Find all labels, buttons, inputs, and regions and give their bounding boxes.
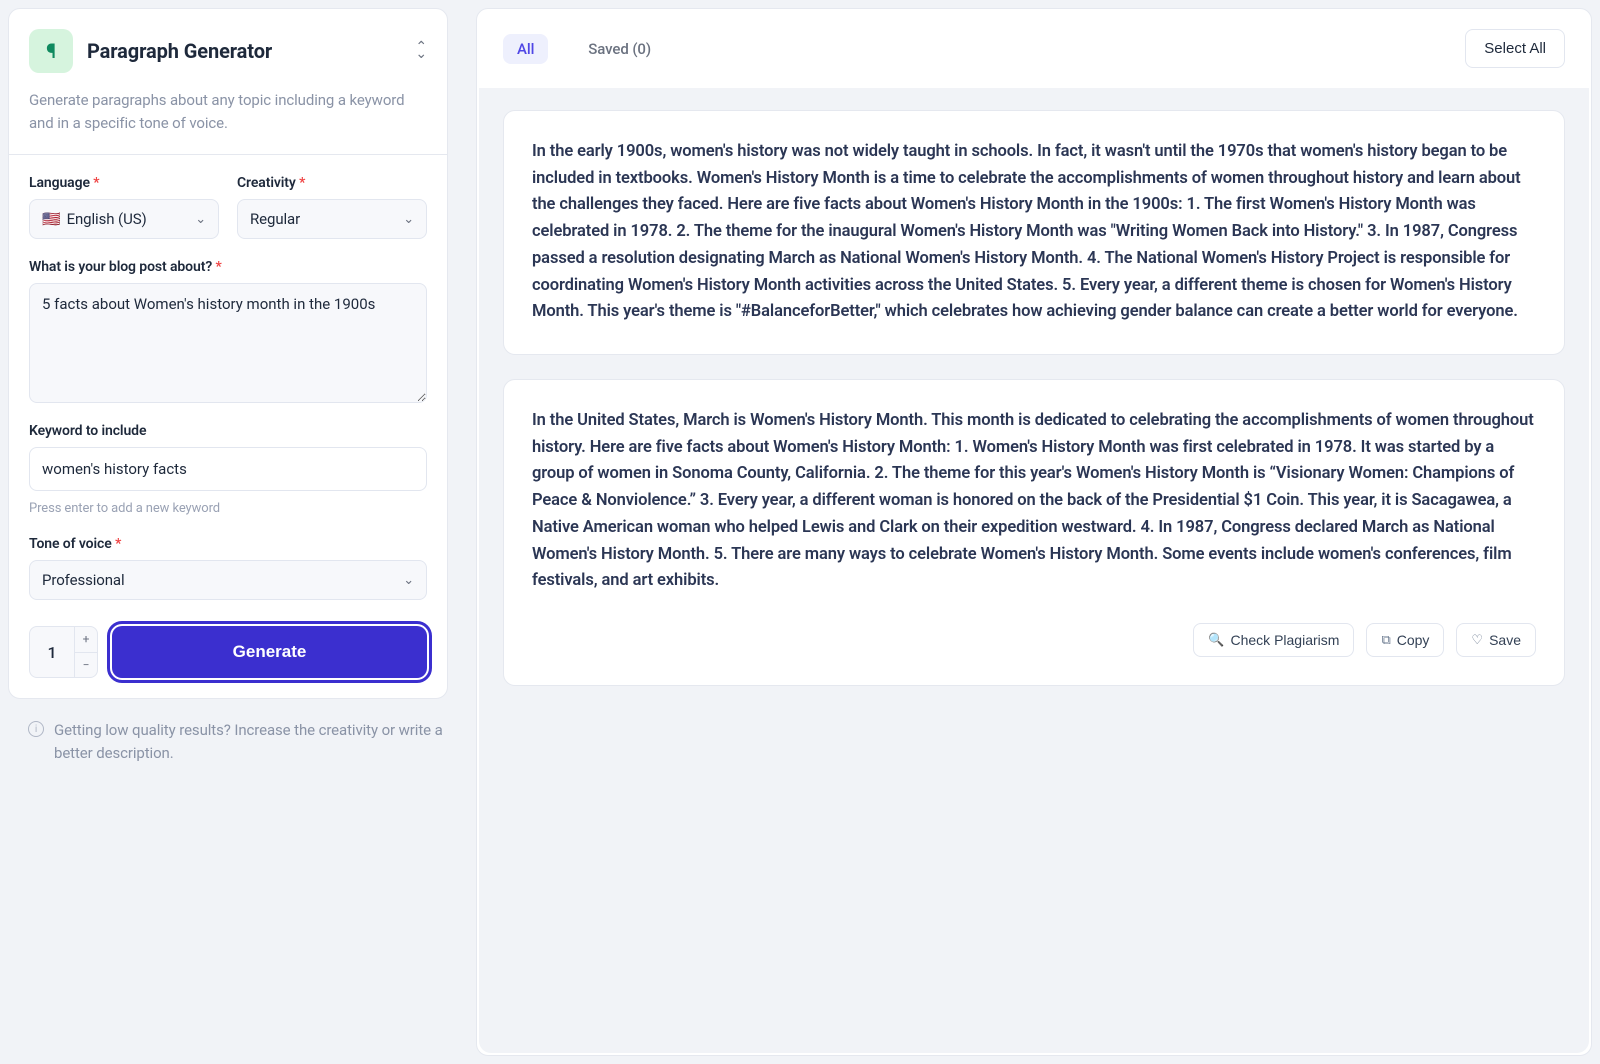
tone-field: Tone of voice * Professional ⌄ [29, 536, 427, 600]
results-panel: All Saved (0) Select All In the early 19… [476, 8, 1592, 1056]
language-field: Language * 🇺🇸 English (US) ⌄ [29, 175, 219, 239]
selector-updown-icon[interactable]: ⌃⌄ [415, 44, 427, 58]
info-icon: i [28, 721, 44, 737]
copy-button[interactable]: ⧉ Copy [1366, 623, 1444, 657]
language-value: English (US) [67, 210, 147, 228]
select-all-button[interactable]: Select All [1465, 29, 1565, 68]
keyword-input[interactable] [29, 447, 427, 491]
copy-label: Copy [1397, 632, 1430, 648]
generate-row: 1 + − Generate [29, 626, 427, 678]
chevron-down-icon: ⌄ [403, 212, 414, 227]
topic-label-text: What is your blog post about? [29, 259, 212, 275]
tone-select[interactable]: Professional ⌄ [29, 560, 427, 600]
left-panel: ¶ Paragraph Generator ⌃⌄ Generate paragr… [8, 8, 448, 1056]
stepper-buttons: + − [74, 627, 97, 677]
tone-value: Professional [42, 571, 125, 589]
tool-description: Generate paragraphs about any topic incl… [29, 89, 427, 134]
check-plagiarism-label: Check Plagiarism [1231, 632, 1340, 648]
stepper-up[interactable]: + [75, 627, 97, 653]
keyword-field: Keyword to include Press enter to add a … [29, 423, 427, 516]
language-select[interactable]: 🇺🇸 English (US) ⌄ [29, 199, 219, 239]
creativity-label: Creativity * [237, 175, 427, 191]
result-actions: 🔍 Check Plagiarism ⧉ Copy ♡ Save [532, 623, 1536, 657]
tab-all[interactable]: All [503, 34, 548, 64]
tone-label: Tone of voice * [29, 536, 427, 552]
tip-text: Getting low quality results? Increase th… [54, 719, 444, 764]
keyword-label: Keyword to include [29, 423, 427, 439]
tool-title: Paragraph Generator [87, 39, 401, 63]
keyword-hint: Press enter to add a new keyword [29, 501, 427, 516]
quantity-value: 1 [30, 627, 74, 677]
quality-tip: i Getting low quality results? Increase … [8, 719, 448, 764]
creativity-select[interactable]: Regular ⌄ [237, 199, 427, 239]
check-plagiarism-button[interactable]: 🔍 Check Plagiarism [1193, 623, 1354, 657]
save-label: Save [1489, 632, 1521, 648]
app-root: ¶ Paragraph Generator ⌃⌄ Generate paragr… [0, 0, 1600, 1064]
result-card: In the early 1900s, women's history was … [503, 110, 1565, 355]
required-asterisk: * [93, 175, 99, 191]
tool-title-row: ¶ Paragraph Generator ⌃⌄ [29, 29, 427, 73]
required-asterisk: * [115, 536, 121, 552]
tool-card: ¶ Paragraph Generator ⌃⌄ Generate paragr… [8, 8, 448, 699]
row-lang-creativity: Language * 🇺🇸 English (US) ⌄ Creativity * [29, 175, 427, 239]
generate-button[interactable]: Generate [112, 626, 427, 678]
save-button[interactable]: ♡ Save [1456, 623, 1536, 657]
search-icon: 🔍 [1208, 632, 1224, 648]
topic-textarea[interactable] [29, 283, 427, 403]
tool-header: ¶ Paragraph Generator ⌃⌄ Generate paragr… [9, 9, 447, 155]
chevron-down-icon: ⌄ [195, 212, 206, 227]
heart-icon: ♡ [1471, 632, 1483, 648]
language-label-text: Language [29, 175, 90, 191]
form-body: Language * 🇺🇸 English (US) ⌄ Creativity * [9, 155, 447, 698]
tab-saved[interactable]: Saved (0) [574, 34, 665, 64]
stepper-down[interactable]: − [75, 653, 97, 678]
chevron-down-icon: ⌄ [403, 573, 414, 588]
language-label: Language * [29, 175, 219, 191]
tone-label-text: Tone of voice [29, 536, 112, 552]
copy-icon: ⧉ [1381, 632, 1390, 648]
required-asterisk: * [299, 175, 305, 191]
creativity-field: Creativity * Regular ⌄ [237, 175, 427, 239]
creativity-value: Regular [250, 210, 300, 228]
results-body: In the early 1900s, women's history was … [479, 88, 1589, 1053]
results-header: All Saved (0) Select All [477, 9, 1591, 88]
result-text: In the early 1900s, women's history was … [532, 139, 1536, 326]
topic-label: What is your blog post about? * [29, 259, 427, 275]
creativity-label-text: Creativity [237, 175, 296, 191]
result-card: In the United States, March is Women's H… [503, 379, 1565, 686]
quantity-stepper[interactable]: 1 + − [29, 626, 98, 678]
result-text: In the United States, March is Women's H… [532, 408, 1536, 595]
tabs: All Saved (0) [503, 34, 665, 64]
required-asterisk: * [216, 259, 222, 275]
paragraph-icon: ¶ [29, 29, 73, 73]
flag-icon: 🇺🇸 [42, 210, 61, 228]
topic-field: What is your blog post about? * [29, 259, 427, 403]
